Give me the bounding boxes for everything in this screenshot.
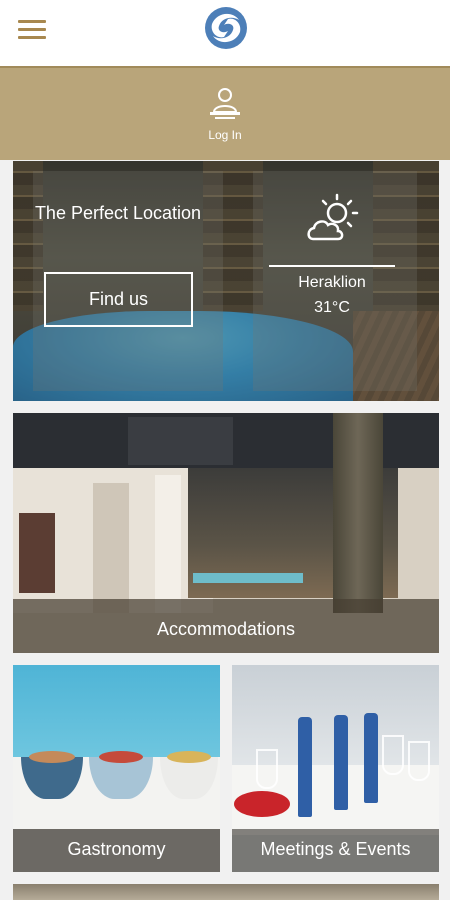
login-label: Log In	[208, 128, 242, 142]
weather-city: Heraklion	[298, 274, 366, 291]
next-section-card[interactable]	[13, 884, 439, 900]
accommodations-label: Accommodations	[156, 619, 296, 639]
top-app-bar	[0, 0, 450, 66]
meetings-events-card[interactable]: Meetings & Events	[232, 665, 439, 872]
login-bar: Log In	[0, 66, 450, 160]
gastronomy-label: Gastronomy	[67, 839, 166, 859]
weather-temperature: 31°C	[314, 299, 350, 316]
gastronomy-card[interactable]: Gastronomy	[13, 665, 220, 872]
weather-divider	[269, 265, 395, 267]
user-login-icon	[210, 88, 240, 119]
meetings-events-label: Meetings & Events	[260, 839, 411, 859]
partly-cloudy-icon	[307, 193, 359, 241]
location-weather-card: The Perfect Location Find us Heraklion 3…	[13, 161, 439, 401]
hamburger-menu-icon[interactable]	[18, 20, 46, 40]
accommodations-card[interactable]: Accommodations	[13, 413, 439, 653]
hero-title: The Perfect Location	[34, 203, 202, 223]
login-button[interactable]: Log In	[185, 86, 265, 150]
hotel-logo-icon[interactable]	[202, 4, 250, 52]
find-us-button[interactable]: Find us	[44, 272, 193, 327]
